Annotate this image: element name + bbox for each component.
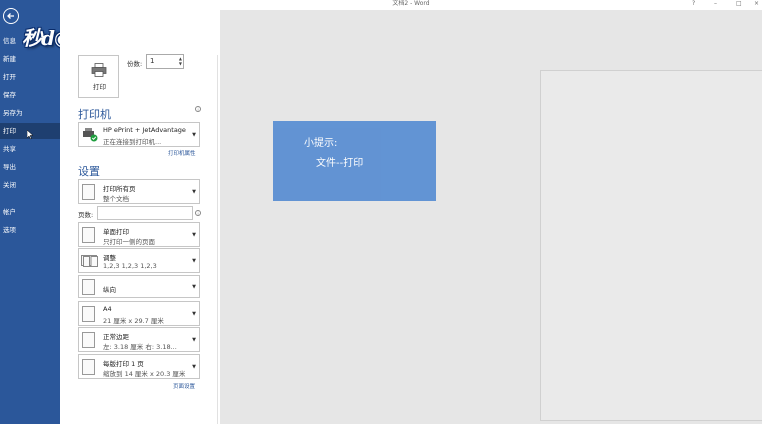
sidebar-item-share[interactable]: 共享 — [0, 141, 60, 157]
print-range-select[interactable]: 打印所有页 整个文档 ▼ — [78, 179, 200, 204]
sidebar-item-new[interactable]: 新建 — [0, 51, 60, 67]
printer-name: HP ePrint + JetAdvantage — [103, 126, 186, 134]
sidebar-item-save[interactable]: 保存 — [0, 87, 60, 103]
pages-icon — [82, 184, 95, 200]
pages-input[interactable] — [97, 206, 193, 220]
paper-size-detail: 21 厘米 x 29.7 厘米 — [103, 317, 164, 325]
sidebar-item-close[interactable]: 关闭 — [0, 177, 60, 193]
print-range-detail: 整个文档 — [103, 195, 129, 203]
margins-label: 正常边距 — [103, 333, 129, 341]
sides-detail: 只打印一侧的页面 — [103, 238, 155, 246]
print-button-label: 打印 — [93, 83, 106, 91]
sidebar-item-options[interactable]: 选项 — [0, 222, 60, 238]
backstage-sidebar: 信息 新建 打开 保存 另存为 打印 共享 导出 关闭 帐户 选项 — [0, 0, 60, 424]
minimize-button[interactable]: – — [714, 0, 717, 7]
info-icon[interactable]: i — [195, 106, 201, 112]
tip-overlay: 小提示: 文件--打印 — [273, 121, 436, 201]
sides-select[interactable]: 单面打印 只打印一侧的页面 ▼ — [78, 222, 200, 247]
close-window-button[interactable]: × — [754, 0, 759, 7]
maximize-button[interactable]: □ — [736, 0, 742, 7]
collate-detail: 1,2,3 1,2,3 1,2,3 — [103, 262, 157, 270]
printer-properties-link[interactable]: 打印机属性 — [168, 149, 196, 157]
pane-divider — [217, 55, 218, 424]
collate-select[interactable]: 调整 1,2,3 1,2,3 1,2,3 ▼ — [78, 248, 200, 273]
sidebar-item-open[interactable]: 打开 — [0, 69, 60, 85]
chevron-down-icon: ▼ — [192, 189, 196, 195]
printer-heading: 打印机 — [78, 108, 111, 121]
chevron-down-icon: ▼ — [192, 284, 196, 290]
printer-status: 正在连接到打印机... — [103, 138, 162, 146]
pages-per-sheet-detail: 缩放到 14 厘米 x 20.3 厘米 — [103, 370, 186, 378]
sidebar-item-export[interactable]: 导出 — [0, 159, 60, 175]
orientation-label: 纵向 — [103, 286, 116, 294]
page-scale-icon — [82, 359, 95, 375]
copies-value: 1 — [150, 57, 155, 65]
preview-page — [540, 70, 762, 421]
print-button[interactable]: 打印 — [78, 55, 119, 98]
pages-label: 页数: — [78, 211, 94, 219]
pages-per-sheet-select[interactable]: 每版打印 1 页 缩放到 14 厘米 x 20.3 厘米 ▼ — [78, 354, 200, 379]
chevron-down-icon: ▼ — [192, 311, 196, 317]
copies-stepper[interactable]: 1 ▲ ▼ — [146, 54, 184, 69]
collate-icon — [81, 255, 98, 267]
chevron-down-icon: ▼ — [192, 258, 196, 264]
paper-size-label: A4 — [103, 305, 112, 313]
orientation-select[interactable]: 纵向 ▼ — [78, 275, 200, 298]
collate-label: 调整 — [103, 254, 116, 262]
print-preview-area — [220, 10, 762, 424]
margins-icon — [82, 332, 95, 348]
sidebar-item-save-as[interactable]: 另存为 — [0, 105, 60, 121]
pages-per-sheet-label: 每版打印 1 页 — [103, 360, 144, 368]
portrait-icon — [82, 279, 95, 295]
page-setup-link[interactable]: 页面设置 — [173, 382, 195, 390]
one-sided-icon — [82, 227, 95, 243]
copies-label: 份数: — [127, 60, 143, 68]
settings-heading: 设置 — [78, 165, 100, 178]
spinner-arrows-icon[interactable]: ▲ ▼ — [179, 56, 182, 66]
chevron-down-icon: ▼ — [192, 364, 196, 370]
back-arrow-icon[interactable] — [3, 8, 19, 24]
printer-select[interactable]: HP ePrint + JetAdvantage 正在连接到打印机... ▼ — [78, 122, 200, 147]
printer-icon — [91, 63, 107, 77]
chevron-down-icon: ▼ — [192, 337, 196, 343]
info-icon[interactable]: i — [195, 210, 201, 216]
mouse-cursor-icon — [27, 130, 34, 140]
margins-select[interactable]: 正常边距 左: 3.18 厘米 右: 3.18... ▼ — [78, 327, 200, 352]
sides-label: 单面打印 — [103, 228, 129, 236]
paper-size-select[interactable]: A4 21 厘米 x 29.7 厘米 ▼ — [78, 301, 200, 326]
paper-icon — [82, 306, 95, 322]
tip-body: 文件--打印 — [316, 158, 364, 169]
window-title: 文档2 - Word — [392, 0, 430, 7]
tip-title: 小提示: — [304, 138, 338, 149]
print-backstage: 文档2 - Word ? – □ × 打印 份数: 1 ▲ ▼ 打印机 i HP … — [60, 0, 762, 424]
chevron-down-icon: ▼ — [192, 232, 196, 238]
printer-ready-icon — [83, 128, 98, 142]
chevron-down-icon: ▼ — [192, 132, 196, 138]
print-range-label: 打印所有页 — [103, 185, 136, 193]
margins-detail: 左: 3.18 厘米 右: 3.18... — [103, 343, 177, 351]
help-button[interactable]: ? — [692, 0, 695, 7]
sidebar-item-account[interactable]: 帐户 — [0, 204, 60, 220]
